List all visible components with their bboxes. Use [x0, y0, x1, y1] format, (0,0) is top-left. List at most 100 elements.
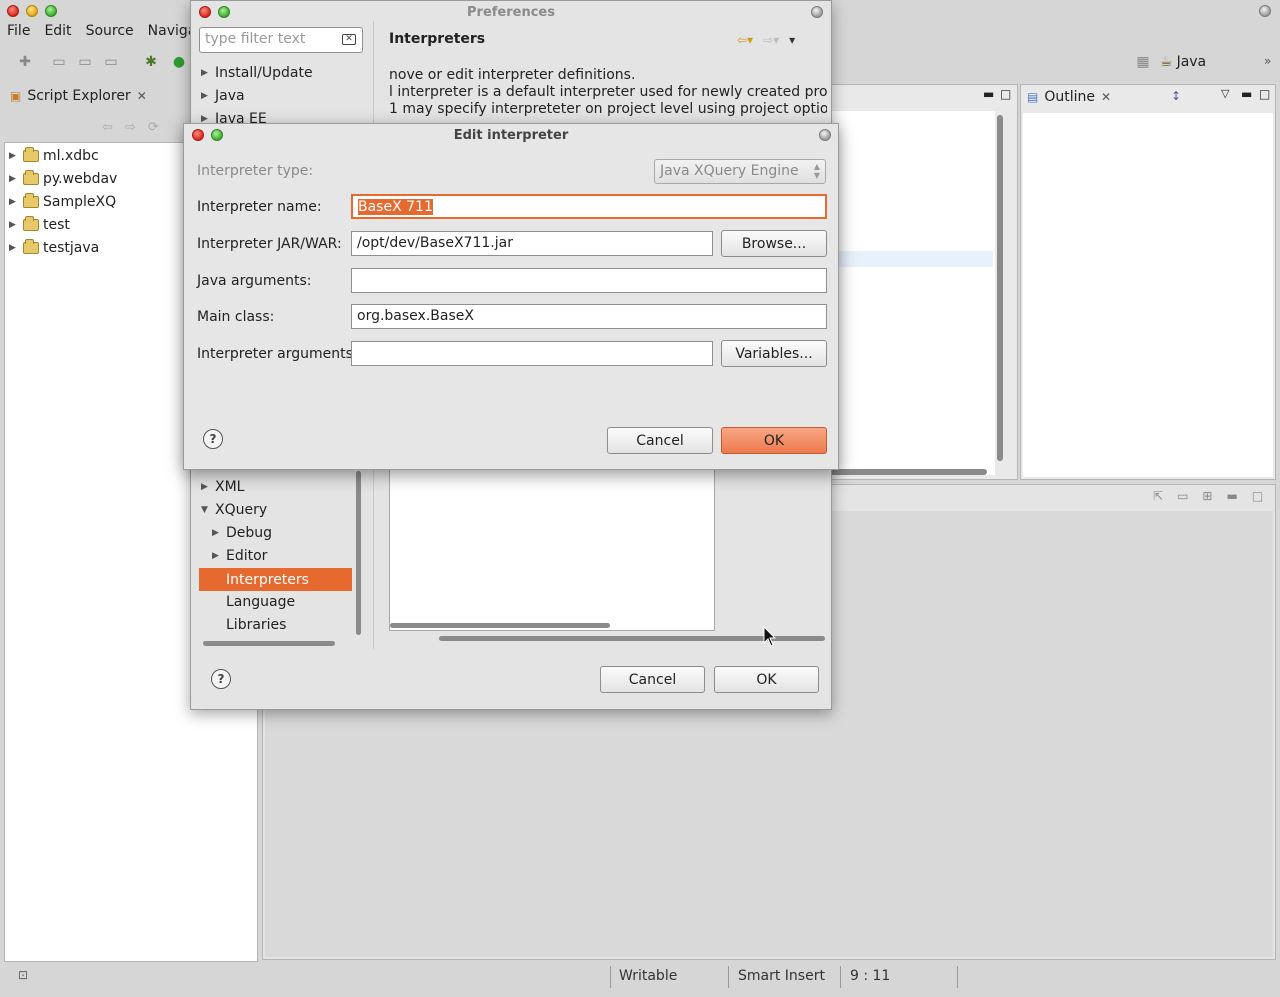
window-minimize-button[interactable] [26, 5, 38, 17]
editor-maximize-icon[interactable]: □ [1000, 87, 1011, 101]
ok-button[interactable]: OK [714, 666, 819, 693]
back-icon[interactable]: ⇦▾ [737, 33, 753, 47]
ok-button[interactable]: OK [721, 427, 827, 454]
save-all-icon[interactable]: ▭ [74, 51, 96, 73]
status-bar: ⊡ Writable Smart Insert 9 : 11 [0, 962, 1280, 992]
menu-source[interactable]: Source [79, 23, 141, 39]
menu-file[interactable]: File [0, 23, 37, 39]
tree-item-java[interactable]: ▶ Java [201, 88, 245, 104]
run-icon[interactable]: ● [168, 51, 190, 73]
print-icon[interactable]: ▭ [100, 51, 122, 73]
tree-item-editor[interactable]: ▶ Editor [212, 548, 267, 564]
window-close-button[interactable] [7, 5, 19, 17]
clear-icon[interactable]: ✕ [342, 34, 356, 45]
current-line-highlight [837, 251, 993, 267]
java-perspective-icon: ☕ [1160, 54, 1173, 70]
list-item[interactable]: ▶ testjava [9, 239, 99, 256]
list-item[interactable]: ▶ test [9, 216, 70, 233]
debug-icon[interactable]: ✱ [140, 51, 162, 73]
cancel-button[interactable]: Cancel [600, 666, 705, 693]
help-icon[interactable]: ? [211, 669, 231, 689]
status-writable: Writable [619, 968, 678, 984]
java-arguments-label: Java arguments: [197, 273, 312, 289]
list-item[interactable]: ▶ ml.xdbc [9, 147, 99, 164]
list-item[interactable]: ▶ py.webdav [9, 170, 117, 187]
sort-icon[interactable]: ↕ [1171, 89, 1181, 103]
view-menu-icon[interactable]: ▾ [789, 33, 795, 47]
panel-maximize-icon[interactable]: □ [1252, 489, 1263, 503]
open-perspective-icon[interactable]: ▦ [1132, 51, 1154, 73]
project-folder-icon [23, 216, 39, 231]
project-folder-icon [23, 239, 39, 254]
view-menu-icon[interactable]: ▽ [1221, 87, 1229, 100]
interpreter-jar-label: Interpreter JAR/WAR: [197, 236, 342, 252]
maximize-button[interactable] [211, 129, 223, 141]
tree-item-debug[interactable]: ▶ Debug [212, 525, 272, 541]
tree-item-xquery[interactable]: ▼ XQuery [201, 502, 267, 518]
forward-icon[interactable]: ⇨ [125, 120, 136, 135]
interpreter-type-label: Interpreter type: [197, 163, 314, 179]
close-icon[interactable]: ✕ [1101, 90, 1111, 104]
close-button[interactable] [192, 129, 204, 141]
status-insert-mode: Smart Insert [738, 968, 825, 984]
up-icon[interactable]: ⟳ [148, 120, 159, 135]
filter-input[interactable]: type filter text ✕ [199, 27, 363, 53]
pin-icon[interactable]: ⇱ [1153, 489, 1163, 503]
cancel-button[interactable]: Cancel [607, 427, 713, 454]
back-icon[interactable]: ⇦ [102, 120, 113, 135]
editor-scrollbar-h[interactable] [823, 469, 987, 475]
tree-item-language[interactable]: Language [226, 594, 295, 610]
save-icon[interactable]: ▭ [48, 51, 70, 73]
display-icon[interactable]: ▭ [1177, 489, 1188, 503]
interpreter-name-label: Interpreter name: [197, 199, 322, 215]
panel-minimize-icon[interactable]: ▬ [1226, 489, 1237, 503]
edit-interpreter-dialog: Edit interpreter Interpreter type: Java … [183, 123, 839, 470]
toolbar-toggle[interactable] [819, 129, 831, 141]
tab-script-explorer[interactable]: ▣ Script Explorer ✕ [10, 88, 147, 104]
java-arguments-field[interactable] [351, 268, 827, 293]
tree-scrollbar-v[interactable] [356, 471, 361, 635]
panel-toolbar: ⇱ ▭ ⊞ ▬ □ [1153, 489, 1263, 503]
interpreter-jar-field[interactable]: /opt/dev/BaseX711.jar [351, 231, 713, 256]
window-toolbar-toggle[interactable] [1259, 5, 1271, 17]
fast-view-icon[interactable]: ⊡ [18, 968, 28, 982]
open-console-icon[interactable]: ⊞ [1202, 489, 1212, 503]
close-button[interactable] [199, 6, 211, 18]
status-divider [840, 966, 841, 988]
table-scrollbar-h[interactable] [390, 623, 610, 628]
main-class-label: Main class: [197, 309, 275, 325]
more-perspectives-icon[interactable]: » [1264, 54, 1271, 68]
menu-edit[interactable]: Edit [37, 23, 78, 39]
preferences-titlebar: Preferences [191, 1, 831, 23]
interpreter-table[interactable] [389, 461, 715, 631]
tree-item-xml[interactable]: ▶ XML [201, 479, 244, 495]
outline-minimize-icon[interactable]: ▬ [1241, 87, 1252, 101]
perspective-java[interactable]: ☕ Java [1160, 54, 1206, 70]
main-class-field[interactable]: org.basex.BaseX [351, 304, 827, 329]
tab-outline[interactable]: ▤ Outline ✕ [1027, 89, 1111, 105]
help-icon[interactable]: ? [203, 429, 223, 449]
page-title: Interpreters [389, 31, 486, 47]
forward-icon[interactable]: ⇨▾ [763, 33, 779, 47]
tree-scrollbar-h[interactable] [203, 641, 335, 646]
window-maximize-button[interactable] [45, 5, 57, 17]
outline-maximize-icon[interactable]: □ [1259, 87, 1270, 101]
interpreter-arguments-field[interactable] [351, 341, 713, 366]
view-toolbar: ⇦ ⇨ ⟳ [102, 120, 159, 135]
editor-minimize-icon[interactable]: ▬ [983, 87, 994, 101]
tree-item-interpreters[interactable]: Interpreters [199, 568, 352, 591]
variables-button[interactable]: Variables... [721, 340, 827, 367]
description-line: 1 may specify interpreteter on project l… [389, 101, 827, 117]
close-icon[interactable]: ✕ [137, 89, 147, 103]
description-line: l interpreter is a default interpreter u… [389, 84, 827, 100]
browse-button[interactable]: Browse... [721, 230, 827, 257]
list-item[interactable]: ▶ SampleXQ [9, 193, 116, 210]
tree-item-install-update[interactable]: ▶ Install/Update [201, 65, 313, 81]
toolbar-toggle[interactable] [811, 6, 823, 18]
status-divider [610, 966, 611, 988]
new-icon[interactable]: ✚ [14, 51, 36, 73]
tree-item-libraries[interactable]: Libraries [226, 617, 286, 633]
maximize-button[interactable] [218, 6, 230, 18]
editor-scrollbar-v[interactable] [997, 115, 1003, 461]
interpreter-name-field[interactable]: BaseX 711 [351, 194, 827, 219]
